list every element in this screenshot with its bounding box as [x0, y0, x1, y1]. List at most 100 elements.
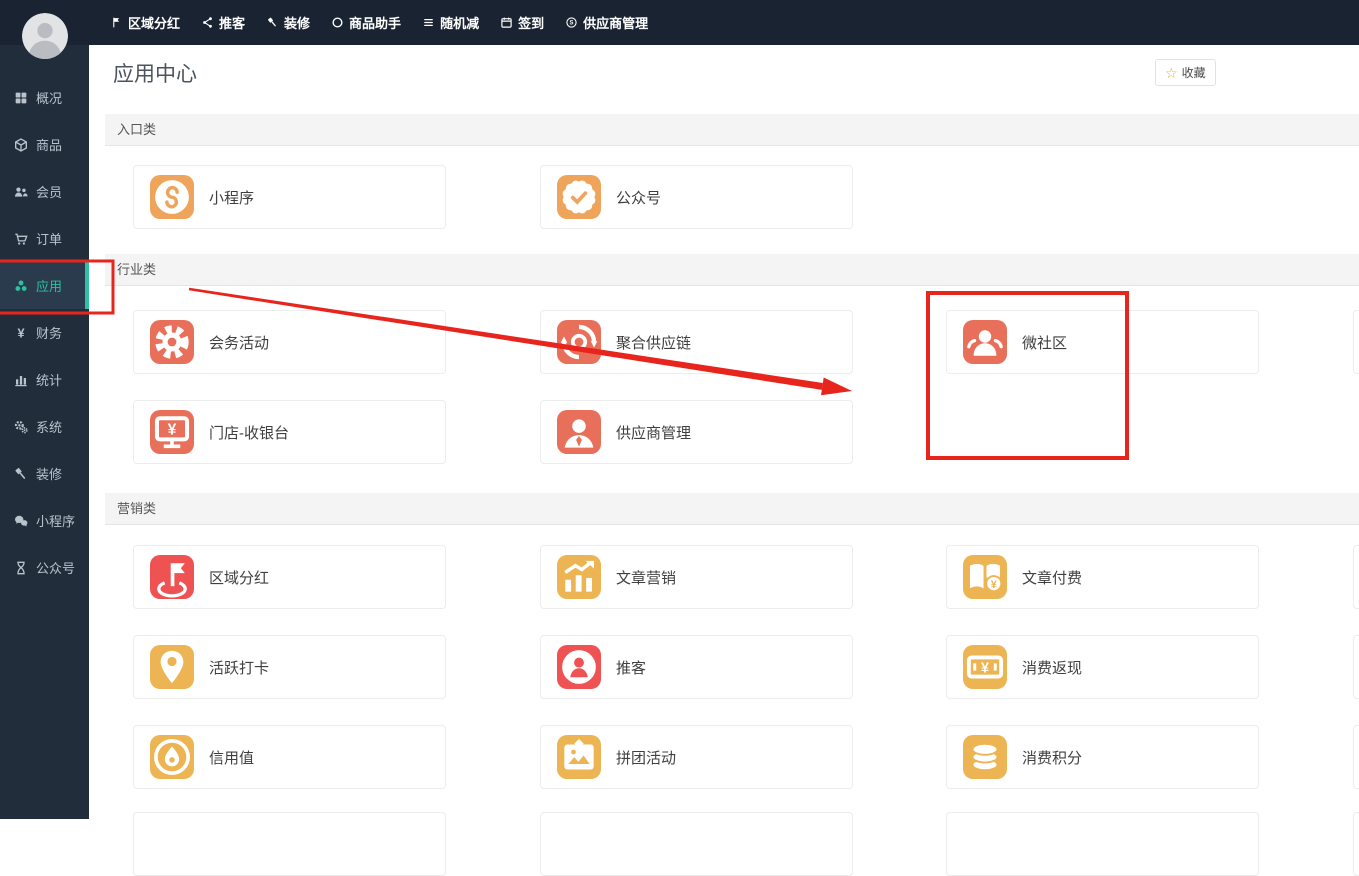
finance-icon: ¥ [13, 325, 29, 341]
supplier-icon [557, 410, 601, 454]
app-card-label: 门店-收银台 [209, 401, 289, 463]
region-flag-icon [150, 555, 194, 599]
sidebar-item-wechat[interactable]: 小程序 [0, 497, 89, 544]
sidebar-item-label: 装修 [36, 464, 62, 483]
sidebar-item-label: 小程序 [36, 511, 75, 530]
cashback-icon: ¥ [963, 645, 1007, 689]
article-chart-icon [557, 555, 601, 599]
sidebar-item-hourglass[interactable]: 公众号 [0, 544, 89, 591]
menu-icon [422, 16, 435, 29]
person-circle-icon [557, 645, 601, 689]
gavel-icon [13, 466, 29, 482]
points-icon [963, 735, 1007, 779]
sidebar-item-gavel[interactable]: 装修 [0, 450, 89, 497]
topbar-item-flag[interactable]: 区域分红 [110, 13, 180, 32]
app-card-label: 区域分红 [209, 546, 269, 608]
section-header: 营销类 [105, 493, 1359, 525]
article-pay-icon: ¥ [963, 555, 1007, 599]
app-card-label: 微社区 [1022, 311, 1067, 373]
favorite-label: 收藏 [1182, 64, 1206, 81]
app-card-person-circle[interactable]: 推客 [540, 635, 853, 699]
sidebar-item-label: 订单 [36, 229, 62, 248]
community-icon [963, 320, 1007, 364]
favorite-button[interactable]: ☆ 收藏 [1155, 59, 1216, 86]
app-card-label: 推客 [616, 636, 646, 698]
app-card-official-badge[interactable]: 公众号 [540, 165, 853, 229]
sidebar-item-label: 公众号 [36, 558, 75, 577]
section-header: 入口类 [105, 114, 1359, 146]
svg-text:S: S [570, 21, 574, 27]
app-card-supply-chain[interactable]: 聚合供应链 [540, 310, 853, 374]
flag-icon [110, 16, 123, 29]
app-card-label: 供应商管理 [616, 401, 691, 463]
topbar-item-label: 随机减 [440, 13, 479, 32]
app-card-label: 消费返现 [1022, 636, 1082, 698]
topbar-item-gavel[interactable]: 装修 [266, 13, 310, 32]
sidebar-item-finance[interactable]: ¥财务 [0, 309, 89, 356]
app-card-region-flag[interactable]: 区域分红 [133, 545, 446, 609]
calendar-icon [500, 16, 513, 29]
members-icon [13, 184, 29, 200]
app-card-cashback[interactable]: ¥ 消费返现 [946, 635, 1259, 699]
app-card-store-cashier[interactable]: ¥ 门店-收银台 [133, 400, 446, 464]
topbar-item-label: 供应商管理 [583, 13, 648, 32]
app-card-label: 拼团活动 [616, 726, 676, 788]
app-card-label: 小程序 [209, 166, 254, 228]
svg-text:¥: ¥ [991, 579, 998, 591]
app-card-label: 聚合供应链 [616, 311, 691, 373]
topbar-item-share[interactable]: 推客 [201, 13, 245, 32]
app-card-partial[interactable] [1353, 725, 1359, 789]
sidebar-item-label: 统计 [36, 370, 62, 389]
sidebar-item-system[interactable]: 系统 [0, 403, 89, 450]
avatar[interactable] [22, 13, 68, 59]
sidebar-item-stats[interactable]: 统计 [0, 356, 89, 403]
meeting-icon [150, 320, 194, 364]
app-card-checkin-pin[interactable]: 活跃打卡 [133, 635, 446, 699]
topbar-item-calendar[interactable]: 签到 [500, 13, 544, 32]
topbar-item-label: 区域分红 [128, 13, 180, 32]
topbar-item-label: 商品助手 [349, 13, 401, 32]
topbar-item-circle[interactable]: 商品助手 [331, 13, 401, 32]
sidebar-item-apps[interactable]: 应用 [0, 262, 89, 309]
app-card-community[interactable]: 微社区 [946, 310, 1259, 374]
gavel-icon [266, 16, 279, 29]
sidebar-item-overview[interactable]: 概况 [0, 74, 89, 121]
topbar-item-menu[interactable]: 随机减 [422, 13, 479, 32]
app-card-label: 活跃打卡 [209, 636, 269, 698]
app-card-label: 会务活动 [209, 311, 269, 373]
sidebar-item-label: 概况 [36, 88, 62, 107]
stats-icon [13, 372, 29, 388]
app-card-groupbuy[interactable]: 拼团活动 [540, 725, 853, 789]
topbar-item-s-circle[interactable]: S 供应商管理 [565, 13, 648, 32]
app-card-partial[interactable] [1353, 310, 1359, 374]
app-card-article-chart[interactable]: 文章营销 [540, 545, 853, 609]
app-card-miniprogram[interactable]: 小程序 [133, 165, 446, 229]
app-card-article-pay[interactable]: ¥ 文章付费 [946, 545, 1259, 609]
apps-icon [13, 278, 29, 294]
app-card-label: 消费积分 [1022, 726, 1082, 788]
official-badge-icon [557, 175, 601, 219]
app-card-partial[interactable] [946, 812, 1259, 876]
app-card-partial[interactable] [133, 812, 446, 876]
app-card-partial[interactable] [540, 812, 853, 876]
wechat-icon [13, 513, 29, 529]
app-card-partial[interactable] [1353, 635, 1359, 699]
sidebar-item-orders[interactable]: 订单 [0, 215, 89, 262]
sidebar-item-label: 应用 [36, 276, 62, 295]
sidebar-item-members[interactable]: 会员 [0, 168, 89, 215]
app-card-partial[interactable] [1353, 545, 1359, 609]
orders-icon [13, 231, 29, 247]
supply-chain-icon [557, 320, 601, 364]
app-card-supplier[interactable]: 供应商管理 [540, 400, 853, 464]
svg-text:¥: ¥ [168, 422, 177, 439]
app-card-partial[interactable] [1353, 812, 1359, 876]
sidebar-item-goods[interactable]: 商品 [0, 121, 89, 168]
sidebar: 概况商品会员订单应用 ¥财务统计系统装修小程序公众号 [0, 45, 89, 819]
credit-drop-icon [150, 735, 194, 779]
user-silhouette-icon [22, 13, 68, 59]
groupbuy-icon [557, 735, 601, 779]
app-card-points[interactable]: 消费积分 [946, 725, 1259, 789]
app-card-label: 文章付费 [1022, 546, 1082, 608]
app-card-meeting[interactable]: 会务活动 [133, 310, 446, 374]
app-card-credit-drop[interactable]: 信用值 [133, 725, 446, 789]
